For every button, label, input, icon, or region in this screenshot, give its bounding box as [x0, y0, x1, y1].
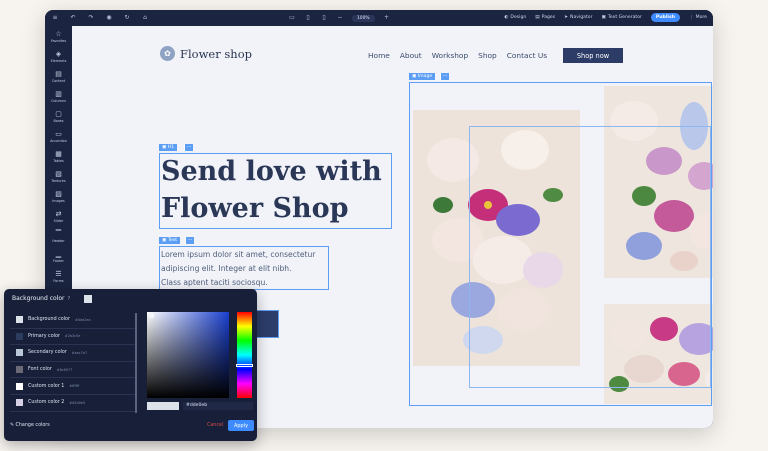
picker-handle[interactable] — [150, 314, 154, 318]
top-toolbar: ≡ ↶ ↷ ◉ ↻ ⌂ ▭ ▯ ▯ − 100% + ◐ Design ▤ Page… — [45, 10, 713, 26]
color-list-scrollbar[interactable] — [135, 313, 137, 413]
sidebar-item-forms[interactable]: ☰ Forms — [45, 266, 72, 286]
sidebar-item-content[interactable]: ▤ Content — [45, 66, 72, 86]
design-menu[interactable]: ◐ Design — [504, 15, 526, 20]
cancel-button[interactable]: Cancel — [207, 423, 223, 428]
image-options-button[interactable]: ··· — [440, 73, 449, 80]
image-selection-tag[interactable]: ▣ Image — [409, 73, 436, 80]
color-row-font[interactable]: Font color #6c6977 — [10, 362, 136, 379]
code-icon[interactable]: ⌂ — [141, 14, 149, 22]
hex-row: #dde0eb ? — [147, 402, 257, 410]
site-logo[interactable]: ✿ Flower shop — [160, 46, 252, 61]
zoom-level[interactable]: 100% — [352, 14, 375, 22]
nav-shop[interactable]: Shop — [478, 51, 497, 60]
color-swatch — [16, 349, 23, 357]
hero-paragraph[interactable]: Lorem ipsum dolor sit amet, consectetur … — [161, 248, 315, 290]
sidebar-item-images[interactable]: ▨ Images — [45, 186, 72, 206]
sidebar-item-boxes[interactable]: ▢ Boxes — [45, 106, 72, 126]
sidebar-item-header[interactable]: ▔ Header — [45, 226, 72, 246]
color-row-secondary[interactable]: Secondary color #aac7a7 — [10, 345, 136, 362]
tablet-view-icon[interactable]: ▯ — [304, 14, 312, 22]
accordion-icon: ▭ — [55, 129, 62, 138]
color-swatch — [16, 366, 23, 374]
background-color-panel: Background color ? Background color #dde2… — [4, 289, 257, 441]
undo-icon[interactable]: ↶ — [69, 14, 77, 22]
color-swatch — [16, 332, 23, 340]
color-row-custom-1[interactable]: Custom color 1 #ffffff — [10, 378, 136, 395]
menu-icon[interactable]: ≡ — [51, 14, 59, 22]
hero-heading[interactable]: Send love with Flower Shop — [161, 153, 382, 227]
panel-title: Background color ? — [12, 295, 71, 302]
text-options-button[interactable]: ··· — [185, 237, 194, 244]
document-icon: ▣ — [601, 15, 606, 20]
more-icon: ⋮ — [689, 15, 694, 20]
flower-logo-icon: ✿ — [160, 46, 175, 61]
slider-icon: ⇄ — [55, 209, 62, 218]
color-row-custom-2[interactable]: Custom color 2 #d5d0e5 — [10, 395, 136, 412]
help-icon[interactable]: ? — [67, 296, 70, 302]
text-selection-tag[interactable]: ▣ Text — [159, 237, 181, 244]
selected-color-preview — [147, 402, 179, 410]
color-row-primary[interactable]: Primary color #2b3c5e — [10, 329, 136, 346]
palette-icon: ◐ — [504, 15, 509, 20]
nav-contact[interactable]: Contact Us — [507, 51, 547, 60]
nav-workshop[interactable]: Workshop — [432, 51, 468, 60]
h1-selection-tag[interactable]: ▣ H1 — [159, 144, 178, 151]
texture-icon: ▧ — [55, 169, 62, 178]
color-swatch — [16, 382, 23, 390]
site-nav: Home About Workshop Shop Contact Us — [368, 51, 547, 60]
hue-slider[interactable] — [237, 312, 252, 398]
form-icon: ☰ — [55, 269, 62, 278]
sidebar-item-textures[interactable]: ▧ Textures — [45, 166, 72, 186]
color-list: Background color #dde2ea Primary color #2b… — [10, 312, 136, 412]
table-icon: ▦ — [55, 149, 62, 158]
preview-icon[interactable]: ◉ — [105, 14, 113, 22]
sidebar-item-slider[interactable]: ⇄ Slider — [45, 206, 72, 226]
footer-icon: ▁ — [55, 249, 62, 258]
more-menu[interactable]: ⋮ More — [689, 15, 707, 20]
sidebar-item-favorites[interactable]: ☆ Favorites — [45, 26, 72, 46]
navigator-icon: ➤ — [564, 15, 569, 20]
sidebar-item-tables[interactable]: ▦ Tables — [45, 146, 72, 166]
color-row-background[interactable]: Background color #dde2ea — [10, 312, 136, 329]
logo-text: Flower shop — [180, 46, 252, 61]
nav-home[interactable]: Home — [368, 51, 390, 60]
sidebar-item-elements[interactable]: ◈ Elements — [45, 46, 72, 66]
cube-icon: ◈ — [55, 49, 62, 58]
box-icon: ▢ — [55, 109, 62, 118]
shop-now-button[interactable]: Shop now — [563, 48, 623, 63]
publish-button[interactable]: Publish — [650, 13, 681, 22]
saturation-picker[interactable] — [147, 312, 229, 398]
redo-icon[interactable]: ↷ — [87, 14, 95, 22]
image-selection-outline — [409, 82, 712, 406]
hue-handle[interactable] — [236, 364, 253, 367]
image-icon: ▨ — [55, 189, 62, 198]
pages-icon: ▤ — [535, 15, 540, 20]
star-icon: ☆ — [55, 29, 62, 38]
zoom-out-icon[interactable]: − — [336, 14, 344, 22]
sidebar-item-footer[interactable]: ▁ Footer — [45, 246, 72, 266]
text-generator-menu[interactable]: ▣ Text Generator — [602, 15, 642, 20]
h1-options-button[interactable]: ··· — [184, 144, 193, 151]
color-swatch — [16, 399, 23, 407]
mobile-view-icon[interactable]: ▯ — [320, 14, 328, 22]
sidebar-item-accordion[interactable]: ▭ Accordion — [45, 126, 72, 146]
nav-about[interactable]: About — [400, 51, 422, 60]
document-icon: ▤ — [55, 69, 62, 78]
sidebar-item-columns[interactable]: ▥ Columns — [45, 86, 72, 106]
color-swatch — [16, 316, 23, 324]
change-colors-link[interactable]: ✎ Change colors — [10, 423, 50, 428]
hex-input[interactable]: #dde0eb — [183, 402, 253, 410]
navigator-menu[interactable]: ➤ Navigator — [564, 15, 592, 20]
refresh-icon[interactable]: ↻ — [123, 14, 131, 22]
desktop-view-icon[interactable]: ▭ — [288, 14, 296, 22]
zoom-in-icon[interactable]: + — [383, 14, 391, 22]
pages-menu[interactable]: ▤ Pages — [535, 15, 555, 20]
apply-button[interactable]: Apply — [228, 420, 254, 431]
header-icon: ▔ — [55, 229, 62, 238]
columns-icon: ▥ — [55, 89, 62, 98]
current-color-swatch — [84, 295, 92, 303]
